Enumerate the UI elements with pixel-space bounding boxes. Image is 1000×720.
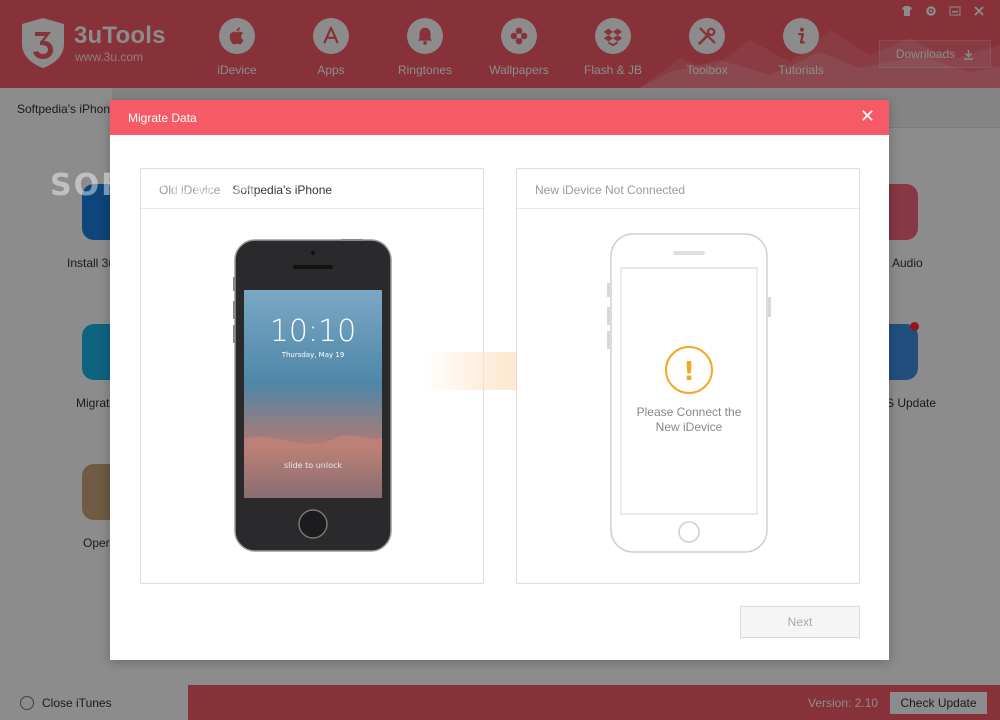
new-device-header: New iDevice Not Connected: [517, 169, 859, 209]
lockscreen-time: 10:10: [270, 314, 356, 349]
warning-icon: !: [683, 357, 695, 387]
next-button[interactable]: Next: [740, 606, 860, 638]
new-iphone-outline-illustration: ! Please Connect the New iDevice: [607, 233, 771, 553]
connect-message-line2: New iDevice: [656, 420, 723, 434]
lockscreen-date: Thursday, May 19: [281, 351, 345, 359]
close-icon[interactable]: ✕: [860, 106, 875, 126]
watermark-text: SOFTPEDIA: [50, 168, 258, 203]
new-device-panel: New iDevice Not Connected ! Please Conne…: [516, 168, 860, 584]
slide-to-unlock-text: slide to unlock: [284, 461, 342, 470]
dialog-header: Migrate Data ✕: [110, 100, 889, 135]
new-device-status: New iDevice Not Connected: [535, 183, 686, 197]
connect-message-line1: Please Connect the: [637, 405, 742, 419]
old-iphone-illustration: 10:10 Thursday, May 19 slide to unlock: [233, 239, 392, 552]
dialog-title: Migrate Data: [128, 111, 197, 125]
